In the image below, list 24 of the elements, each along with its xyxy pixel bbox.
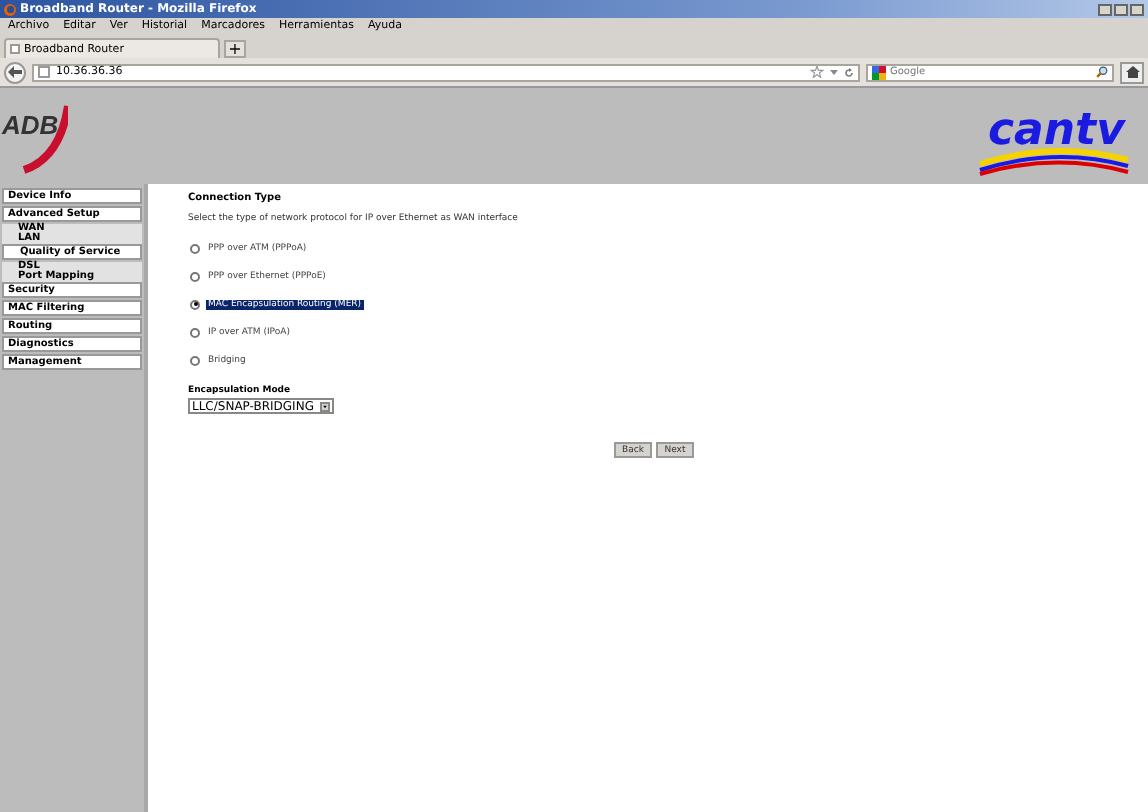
browser-logo-icon <box>4 3 16 15</box>
search-icon[interactable] <box>1096 66 1108 78</box>
back-button[interactable] <box>4 61 26 83</box>
dropdown-arrow-icon <box>320 401 330 411</box>
home-button[interactable] <box>1120 61 1144 83</box>
new-tab-button[interactable]: + <box>224 40 246 58</box>
close-button[interactable] <box>1130 3 1144 15</box>
radio-button[interactable] <box>190 299 200 309</box>
home-icon <box>1125 66 1139 78</box>
adb-logo: ADB <box>0 90 68 182</box>
cantv-logo: cantv <box>976 96 1136 176</box>
reload-icon[interactable] <box>844 67 854 77</box>
dropdown-icon[interactable] <box>830 68 838 76</box>
back-arrow-icon <box>8 66 22 78</box>
page-icon <box>38 66 50 78</box>
maximize-button[interactable] <box>1114 3 1128 15</box>
search-engine-icon[interactable] <box>872 65 886 79</box>
radio-button[interactable] <box>190 243 200 253</box>
minimize-button[interactable] <box>1098 3 1112 15</box>
radio-button[interactable] <box>190 327 200 337</box>
radio-button[interactable] <box>190 271 200 281</box>
star-icon[interactable] <box>810 66 824 78</box>
page-icon <box>10 44 20 54</box>
radio-button[interactable] <box>190 355 200 365</box>
